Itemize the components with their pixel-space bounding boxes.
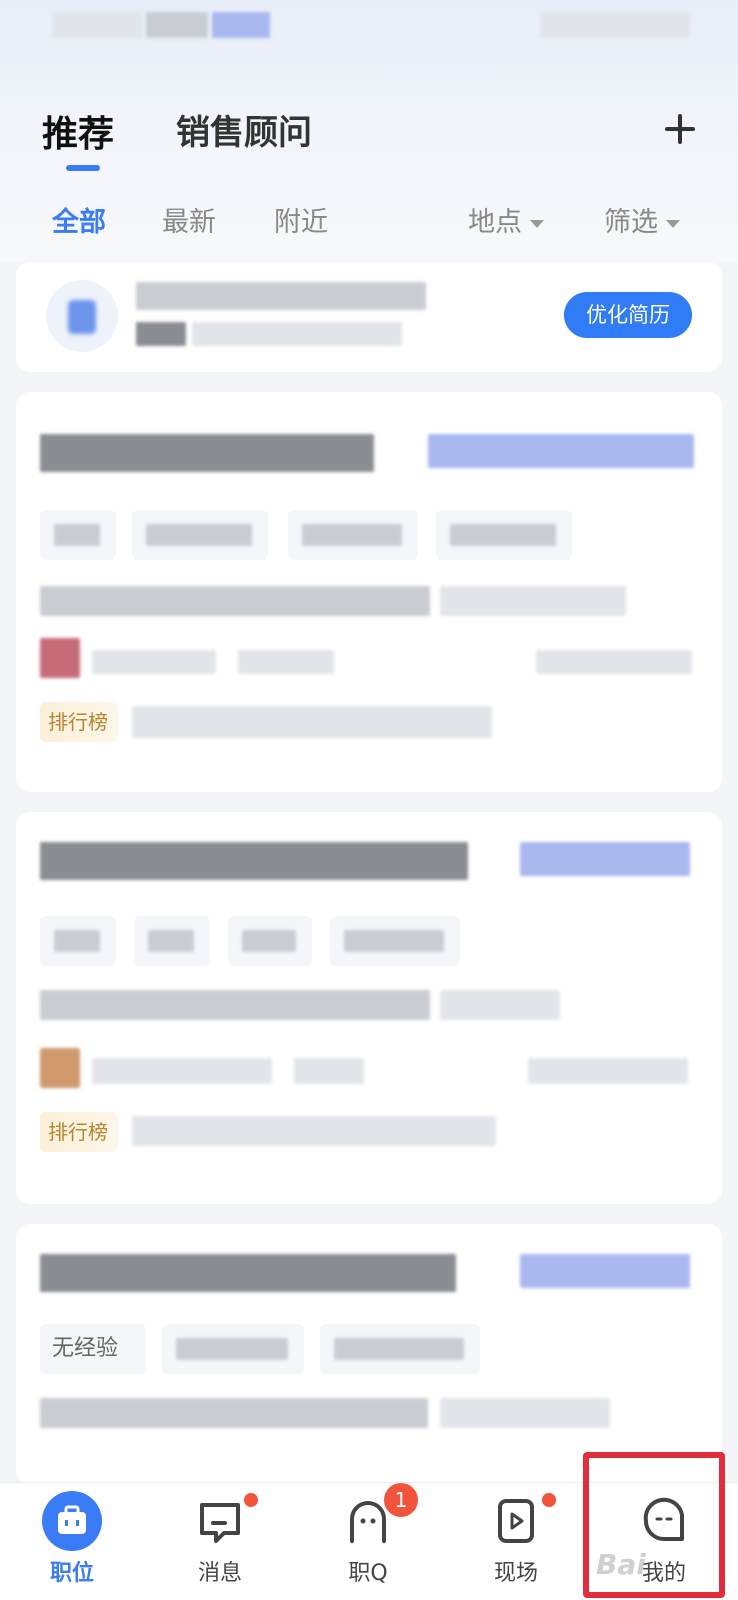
filter-dropdown[interactable]: 筛选	[604, 200, 680, 239]
resume-text-blur	[192, 322, 402, 346]
job-tag	[330, 916, 460, 966]
job-tag	[40, 916, 116, 966]
tag-blur	[334, 1338, 464, 1360]
filter-nearby[interactable]: 附近	[274, 200, 328, 239]
tag-blur	[146, 524, 252, 546]
job-title-blur	[40, 1254, 456, 1292]
salary-blur	[520, 842, 690, 876]
tag-blur	[450, 524, 556, 546]
tag-blur	[54, 930, 100, 952]
status-bar-blur	[52, 12, 142, 38]
filter-label: 筛选	[604, 207, 658, 238]
tag-blur	[54, 524, 100, 546]
location-blur	[440, 1398, 610, 1428]
job-card[interactable]: 排行榜	[16, 812, 722, 1204]
status-bar	[0, 0, 738, 60]
company-logo	[40, 1048, 80, 1088]
recruiter-blur	[92, 650, 216, 674]
status-bar-blur	[540, 12, 690, 38]
job-tag	[436, 510, 572, 560]
unread-dot	[542, 1493, 556, 1507]
tag-blur	[242, 930, 296, 952]
nav-item-zhiq[interactable]: 1 职Q	[308, 1483, 428, 1600]
caret-down-icon	[666, 219, 680, 228]
nav-label: 现场	[493, 1561, 538, 1586]
caret-down-icon	[530, 219, 544, 228]
job-tag	[288, 510, 418, 560]
filter-latest[interactable]: 最新	[162, 200, 216, 239]
notification-badge: 1	[384, 1483, 418, 1517]
district-blur	[528, 1058, 688, 1084]
filter-all[interactable]: 全部	[52, 200, 106, 239]
nav-item-messages[interactable]: 消息	[160, 1483, 280, 1600]
recruiter-blur	[92, 1058, 272, 1084]
job-title-blur	[40, 434, 374, 472]
plus-icon[interactable]	[662, 112, 698, 148]
rank-text-blur	[132, 1116, 496, 1146]
chat-icon	[196, 1497, 244, 1545]
district-blur	[536, 650, 692, 674]
job-tag	[134, 916, 210, 966]
briefcase-icon	[42, 1491, 102, 1551]
location-blur	[440, 990, 560, 1020]
rank-badge: 排行榜	[40, 702, 118, 742]
company-blur	[40, 1398, 428, 1428]
company-logo	[40, 638, 80, 678]
job-tag	[162, 1324, 304, 1374]
job-tag	[320, 1324, 480, 1374]
tab-recommend[interactable]: 推荐	[42, 105, 114, 157]
unread-dot	[244, 1493, 258, 1507]
nav-label: 职位	[49, 1561, 94, 1586]
resume-text-blur	[136, 322, 186, 346]
watermark: Bai	[596, 1548, 646, 1581]
rank-badge: 排行榜	[40, 1112, 118, 1152]
company-blur	[40, 990, 430, 1020]
job-card[interactable]: 无经验	[16, 1224, 722, 1484]
resume-text-blur	[136, 282, 426, 310]
salary-blur	[428, 434, 694, 468]
recruiter-blur	[238, 650, 334, 674]
recruiter-blur	[294, 1058, 364, 1084]
job-card[interactable]: 排行榜	[16, 392, 722, 792]
status-bar-blur	[212, 12, 270, 38]
resume-icon	[68, 300, 96, 334]
location-dropdown[interactable]: 地点	[468, 200, 544, 239]
nav-label: 职Q	[348, 1561, 388, 1586]
status-bar-blur	[146, 12, 208, 38]
company-blur	[40, 586, 430, 616]
tag-blur	[344, 930, 444, 952]
job-tag	[132, 510, 268, 560]
tag-blur	[176, 1338, 288, 1360]
avatar	[46, 280, 118, 352]
resume-card[interactable]: 优化简历	[16, 262, 722, 372]
tab-underline	[66, 165, 100, 171]
nav-label: 消息	[197, 1561, 242, 1586]
location-label: 地点	[468, 207, 522, 238]
tag-blur	[302, 524, 402, 546]
job-tag	[40, 510, 116, 560]
tab-sales-consultant[interactable]: 销售顾问	[176, 105, 312, 154]
nav-item-jobs[interactable]: 职位	[12, 1483, 132, 1600]
tag-blur	[148, 930, 194, 952]
job-tag: 无经验	[40, 1324, 146, 1374]
filter-row: 全部 最新 附近 地点 筛选	[0, 200, 738, 250]
main-tabs: 推荐 销售顾问	[0, 105, 738, 175]
job-tag	[228, 916, 312, 966]
salary-blur	[520, 1254, 690, 1288]
rank-text-blur	[132, 706, 492, 738]
optimize-resume-button[interactable]: 优化简历	[564, 292, 692, 338]
location-blur	[440, 586, 626, 616]
nav-item-live[interactable]: 现场	[456, 1483, 576, 1600]
job-title-blur	[40, 842, 468, 880]
play-icon	[492, 1497, 540, 1545]
